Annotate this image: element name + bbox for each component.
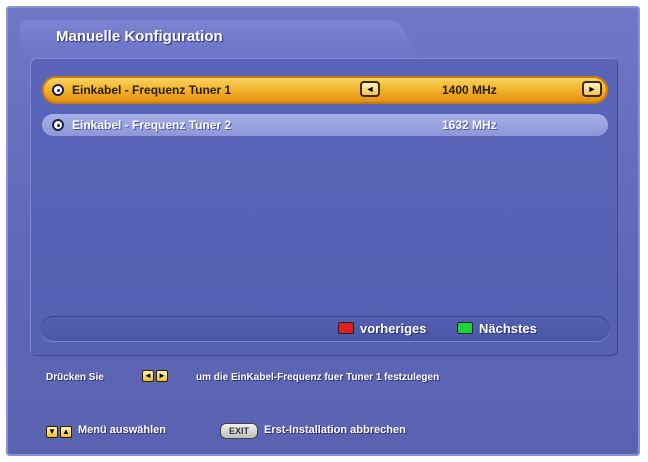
left-arrow-icon[interactable]: ◄	[360, 81, 380, 97]
row-tuner-2[interactable]: Einkabel - Frequenz Tuner 2 1632 MHz	[42, 114, 608, 136]
page-title: Manuelle Konfiguration	[56, 28, 223, 45]
row-label: Einkabel - Frequenz Tuner 1	[72, 83, 232, 97]
green-key-icon[interactable]	[457, 322, 473, 334]
radio-icon	[52, 119, 64, 131]
prev-label: vorheriges	[360, 321, 427, 336]
help-text-suffix: um die EinKabel-Frequenz fuer Tuner 1 fe…	[196, 372, 440, 383]
row-value: 1400 MHz	[442, 83, 497, 97]
cancel-installation-label: Erst-Installation abbrechen	[264, 424, 406, 436]
right-key-icon[interactable]: ►	[156, 370, 168, 382]
up-key-icon[interactable]: ▲	[60, 426, 72, 438]
row-label: Einkabel - Frequenz Tuner 2	[72, 118, 232, 132]
radio-icon	[52, 84, 64, 96]
menu-select-label: Menü auswählen	[78, 424, 167, 436]
right-arrow-icon[interactable]: ►	[582, 81, 602, 97]
down-key-icon[interactable]: ▼	[46, 426, 58, 438]
exit-button[interactable]: EXIT	[220, 423, 258, 439]
red-key-icon[interactable]	[338, 322, 354, 334]
row-value: 1632 MHz	[442, 118, 497, 132]
row-tuner-1[interactable]: Einkabel - Frequenz Tuner 1 ◄ 1400 MHz ►	[42, 76, 608, 104]
next-label: Nächstes	[479, 321, 537, 336]
left-key-icon[interactable]: ◄	[142, 370, 154, 382]
help-text-prefix: Drücken Sie	[46, 372, 104, 383]
